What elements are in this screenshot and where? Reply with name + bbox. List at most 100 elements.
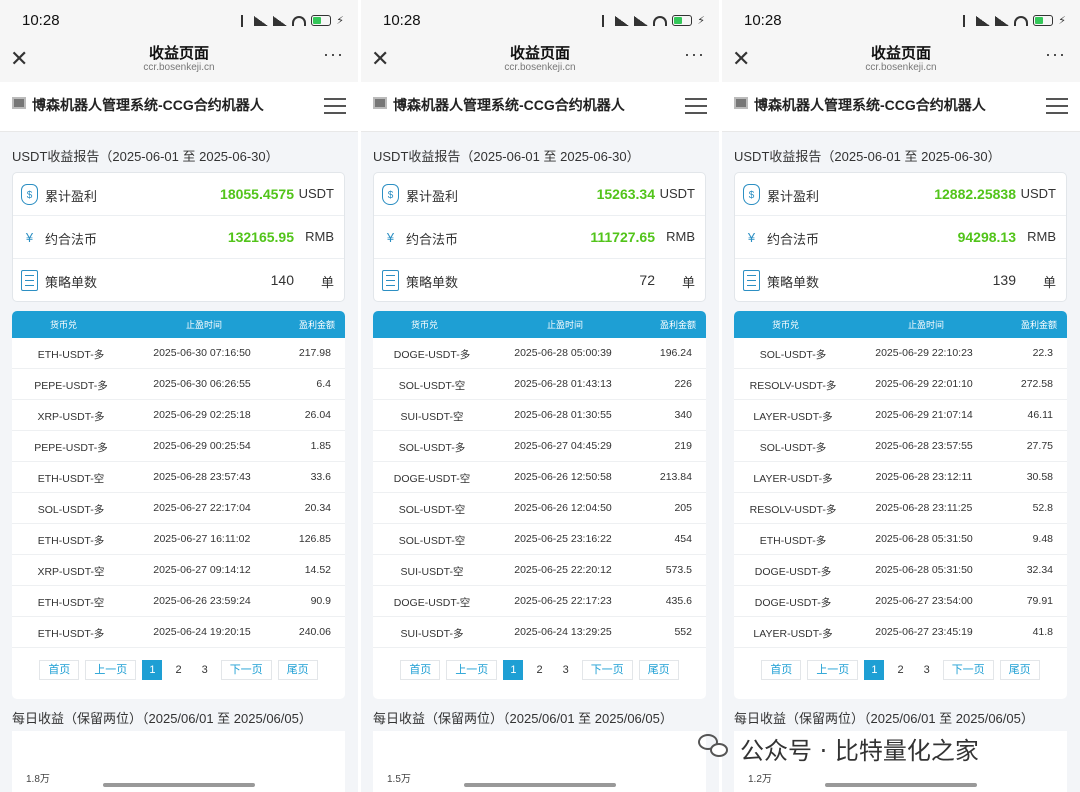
last-page-button[interactable]: 尾页 xyxy=(277,660,318,680)
page-1-button[interactable]: 1 xyxy=(503,660,524,680)
next-page-button[interactable]: 下一页 xyxy=(581,660,633,680)
signal-icon xyxy=(615,15,630,26)
summary-card: $ 累计盈利 15263.34 USDT ¥ 约合法币 111727.65 RMB 策略单数 72… xyxy=(373,172,706,302)
table-row[interactable]: XRP-USDT-空 2025-06-27 09:14:12 14.52 xyxy=(12,555,345,586)
status-bar: 10:28 ⚡ xyxy=(361,0,719,42)
table-row[interactable]: LAYER-USDT-多 2025-06-29 21:07:14 46.11 xyxy=(734,400,1067,431)
table-row[interactable]: DOGE-USDT-多 2025-06-28 05:31:50 32.34 xyxy=(734,555,1067,586)
summary-unit: RMB xyxy=(305,229,334,244)
prev-page-button[interactable]: 上一页 xyxy=(807,660,859,680)
table-row[interactable]: DOGE-USDT-多 2025-06-27 23:54:00 79.91 xyxy=(734,586,1067,617)
table-row[interactable]: SOL-USDT-多 2025-06-27 22:17:04 20.34 xyxy=(12,493,345,524)
profit-cell: 9.48 xyxy=(1032,533,1053,545)
table-row[interactable]: SUI-USDT-空 2025-06-28 01:30:55 340 xyxy=(373,400,706,431)
time-cell: 2025-06-24 19:20:15 xyxy=(153,626,251,638)
page-3-button[interactable]: 3 xyxy=(555,660,576,680)
page-title: 收益页面 xyxy=(870,45,931,62)
first-page-button[interactable]: 首页 xyxy=(400,660,441,680)
summary-value: 72 xyxy=(639,272,655,288)
profit-cell: 340 xyxy=(674,409,692,421)
page-2-button[interactable]: 2 xyxy=(529,660,550,680)
time-cell: 2025-06-26 23:59:24 xyxy=(153,595,251,607)
time-cell: 2025-06-24 13:29:25 xyxy=(514,626,612,638)
table-row[interactable]: RESOLV-USDT-多 2025-06-28 23:11:25 52.8 xyxy=(734,493,1067,524)
pagination: 首页 上一页 1 2 3 下一页 尾页 xyxy=(12,660,345,684)
first-page-button[interactable]: 首页 xyxy=(39,660,80,680)
pair-cell: DOGE-USDT-空 xyxy=(393,597,471,609)
table-row[interactable]: ETH-USDT-多 2025-06-27 16:11:02 126.85 xyxy=(12,524,345,555)
time-cell: 2025-06-28 05:00:39 xyxy=(514,347,612,359)
wifi-icon xyxy=(653,15,668,26)
time-cell: 2025-06-25 22:17:23 xyxy=(514,595,612,607)
table-row[interactable]: ETH-USDT-空 2025-06-26 23:59:24 90.9 xyxy=(12,586,345,617)
table-row[interactable]: DOGE-USDT-空 2025-06-26 12:50:58 213.84 xyxy=(373,462,706,493)
page-3-button[interactable]: 3 xyxy=(194,660,215,680)
last-page-button[interactable]: 尾页 xyxy=(999,660,1040,680)
page-2-button[interactable]: 2 xyxy=(890,660,911,680)
table-row[interactable]: SUI-USDT-多 2025-06-24 13:29:25 552 xyxy=(373,617,706,648)
yen-icon: ¥ xyxy=(386,230,395,245)
more-icon[interactable]: ··· xyxy=(684,44,705,65)
summary-value: 94298.13 xyxy=(957,229,1016,245)
table-row[interactable]: ETH-USDT-多 2025-06-28 05:31:50 9.48 xyxy=(734,524,1067,555)
time-cell: 2025-06-27 09:14:12 xyxy=(153,564,251,576)
first-page-button[interactable]: 首页 xyxy=(761,660,802,680)
time-cell: 2025-06-28 23:57:55 xyxy=(875,440,973,452)
prev-page-button[interactable]: 上一页 xyxy=(446,660,498,680)
table-row[interactable]: ETH-USDT-多 2025-06-30 07:16:50 217.98 xyxy=(12,338,345,369)
more-icon[interactable]: ··· xyxy=(323,44,344,65)
table-row[interactable]: XRP-USDT-多 2025-06-29 02:25:18 26.04 xyxy=(12,400,345,431)
table-row[interactable]: SOL-USDT-空 2025-06-28 01:43:13 226 xyxy=(373,369,706,400)
table-row[interactable]: PEPE-USDT-多 2025-06-29 00:25:54 1.85 xyxy=(12,431,345,462)
summary-row: ¥ 约合法币 132165.95 RMB xyxy=(13,216,344,259)
hamburger-menu-icon[interactable] xyxy=(1046,98,1068,116)
pair-cell: DOGE-USDT-空 xyxy=(393,473,471,485)
more-icon[interactable]: ··· xyxy=(1045,44,1066,65)
page-1-button[interactable]: 1 xyxy=(142,660,163,680)
hamburger-menu-icon[interactable] xyxy=(685,98,707,116)
prev-page-button[interactable]: 上一页 xyxy=(85,660,137,680)
table-row[interactable]: ETH-USDT-空 2025-06-28 23:57:43 33.6 xyxy=(12,462,345,493)
table-row[interactable]: DOGE-USDT-空 2025-06-25 22:17:23 435.6 xyxy=(373,586,706,617)
table-row[interactable]: SUI-USDT-空 2025-06-25 22:20:12 573.5 xyxy=(373,555,706,586)
table-row[interactable]: SOL-USDT-空 2025-06-25 23:16:22 454 xyxy=(373,524,706,555)
profit-cell: 30.58 xyxy=(1026,471,1053,483)
profit-cell: 22.3 xyxy=(1032,347,1053,359)
status-time: 10:28 xyxy=(744,12,782,29)
page-2-button[interactable]: 2 xyxy=(168,660,189,680)
page-3-button[interactable]: 3 xyxy=(916,660,937,680)
bluetooth-icon xyxy=(963,14,971,27)
nav-bar: ✕ 收益页面 ccr.bosenkeji.cn ··· xyxy=(0,42,358,82)
profit-cell: 205 xyxy=(674,502,692,514)
page-title: 收益页面 xyxy=(509,45,570,62)
hamburger-menu-icon[interactable] xyxy=(324,98,346,116)
next-page-button[interactable]: 下一页 xyxy=(220,660,272,680)
report-title: USDT收益报告（2025-06-01 至 2025-06-30） xyxy=(734,149,1001,164)
signal-icon xyxy=(273,15,288,26)
table-row[interactable]: SOL-USDT-空 2025-06-26 12:04:50 205 xyxy=(373,493,706,524)
next-page-button[interactable]: 下一页 xyxy=(942,660,994,680)
pair-cell: ETH-USDT-多 xyxy=(37,535,105,547)
table-row[interactable]: PEPE-USDT-多 2025-06-30 06:26:55 6.4 xyxy=(12,369,345,400)
table-row[interactable]: DOGE-USDT-多 2025-06-28 05:00:39 196.24 xyxy=(373,338,706,369)
table-row[interactable]: LAYER-USDT-多 2025-06-28 23:12:11 30.58 xyxy=(734,462,1067,493)
column-header: 盈利金额 xyxy=(1020,320,1057,330)
pair-cell: DOGE-USDT-多 xyxy=(393,349,471,361)
table-row[interactable]: LAYER-USDT-多 2025-06-27 23:45:19 41.8 xyxy=(734,617,1067,648)
table-row[interactable]: SOL-USDT-多 2025-06-27 04:45:29 219 xyxy=(373,431,706,462)
daily-profit-title: 每日收益（保留两位）（2025/06/01 至 2025/06/05） xyxy=(373,708,706,731)
time-cell: 2025-06-29 22:10:23 xyxy=(875,347,973,359)
last-page-button[interactable]: 尾页 xyxy=(638,660,679,680)
table-row[interactable]: SOL-USDT-多 2025-06-28 23:57:55 27.75 xyxy=(734,431,1067,462)
summary-card: $ 累计盈利 18055.4575 USDT ¥ 约合法币 132165.95 RMB 策略单数… xyxy=(12,172,345,302)
summary-row: 策略单数 72 单 xyxy=(374,259,705,302)
table-row[interactable]: RESOLV-USDT-多 2025-06-29 22:01:10 272.58 xyxy=(734,369,1067,400)
table-row[interactable]: SOL-USDT-多 2025-06-29 22:10:23 22.3 xyxy=(734,338,1067,369)
table-row[interactable]: ETH-USDT-多 2025-06-24 19:20:15 240.06 xyxy=(12,617,345,648)
logo-icon xyxy=(734,97,748,109)
time-cell: 2025-06-28 23:57:43 xyxy=(153,471,251,483)
page-1-button[interactable]: 1 xyxy=(864,660,885,680)
profit-cell: 27.75 xyxy=(1026,440,1053,452)
signal-icon xyxy=(995,15,1010,26)
summary-value: 15263.34 xyxy=(596,186,655,202)
